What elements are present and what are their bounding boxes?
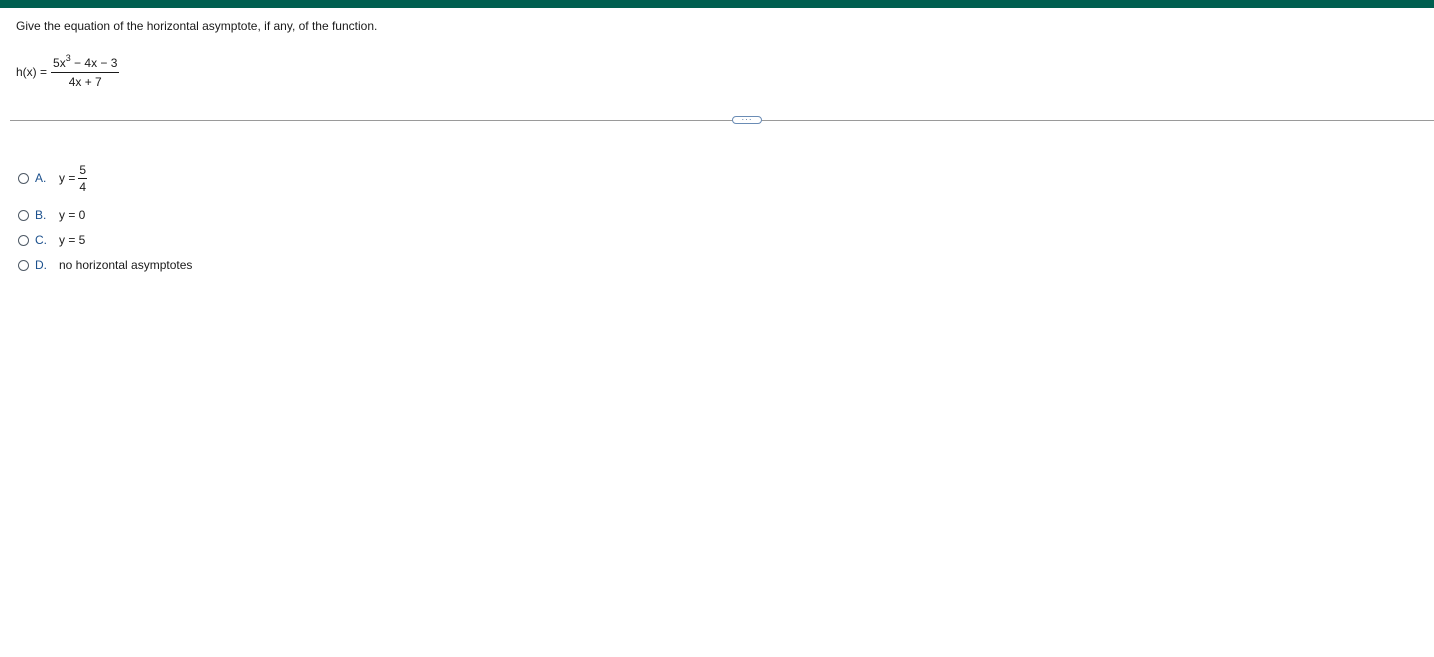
choice-a-fraction: 5 4 bbox=[78, 162, 88, 194]
numerator-rest: − 4x − 3 bbox=[70, 55, 118, 70]
choice-a-prefix: y = bbox=[59, 171, 76, 185]
equation-lhs: h(x) = bbox=[16, 65, 48, 79]
choice-d-text: no horizontal asymptotes bbox=[59, 258, 193, 272]
choice-a[interactable]: A. y = 5 4 bbox=[18, 160, 88, 196]
choice-letter-d: D. bbox=[35, 258, 47, 272]
question-prompt: Give the equation of the horizontal asym… bbox=[16, 19, 378, 33]
choice-a-denominator: 4 bbox=[79, 179, 87, 194]
section-divider bbox=[10, 120, 1434, 121]
radio-button-d[interactable] bbox=[18, 259, 29, 271]
function-equation: h(x) = 5x3 − 4x − 3 4x + 7 bbox=[16, 52, 120, 92]
equation-numerator: 5x3 − 4x − 3 bbox=[51, 53, 120, 73]
radio-button-a[interactable] bbox=[18, 172, 29, 184]
radio-button-c[interactable] bbox=[18, 234, 29, 246]
equation-denominator: 4x + 7 bbox=[68, 74, 102, 89]
choice-b-text: y = 0 bbox=[59, 208, 86, 222]
choice-letter-a: A. bbox=[35, 171, 47, 185]
more-button[interactable]: ··· bbox=[732, 116, 762, 124]
radio-button-b[interactable] bbox=[18, 209, 29, 221]
choice-c-text: y = 5 bbox=[59, 233, 86, 247]
equation-fraction: 5x3 − 4x − 3 4x + 7 bbox=[51, 53, 120, 90]
choice-d[interactable]: D. no horizontal asymptotes bbox=[18, 257, 192, 273]
choice-a-numerator: 5 bbox=[78, 162, 88, 179]
choice-letter-b: B. bbox=[35, 208, 47, 222]
choice-b[interactable]: B. y = 0 bbox=[18, 207, 85, 223]
top-bar bbox=[0, 0, 1434, 8]
choice-c[interactable]: C. y = 5 bbox=[18, 232, 85, 248]
numerator-base: 5x bbox=[53, 55, 66, 70]
choice-letter-c: C. bbox=[35, 233, 47, 247]
